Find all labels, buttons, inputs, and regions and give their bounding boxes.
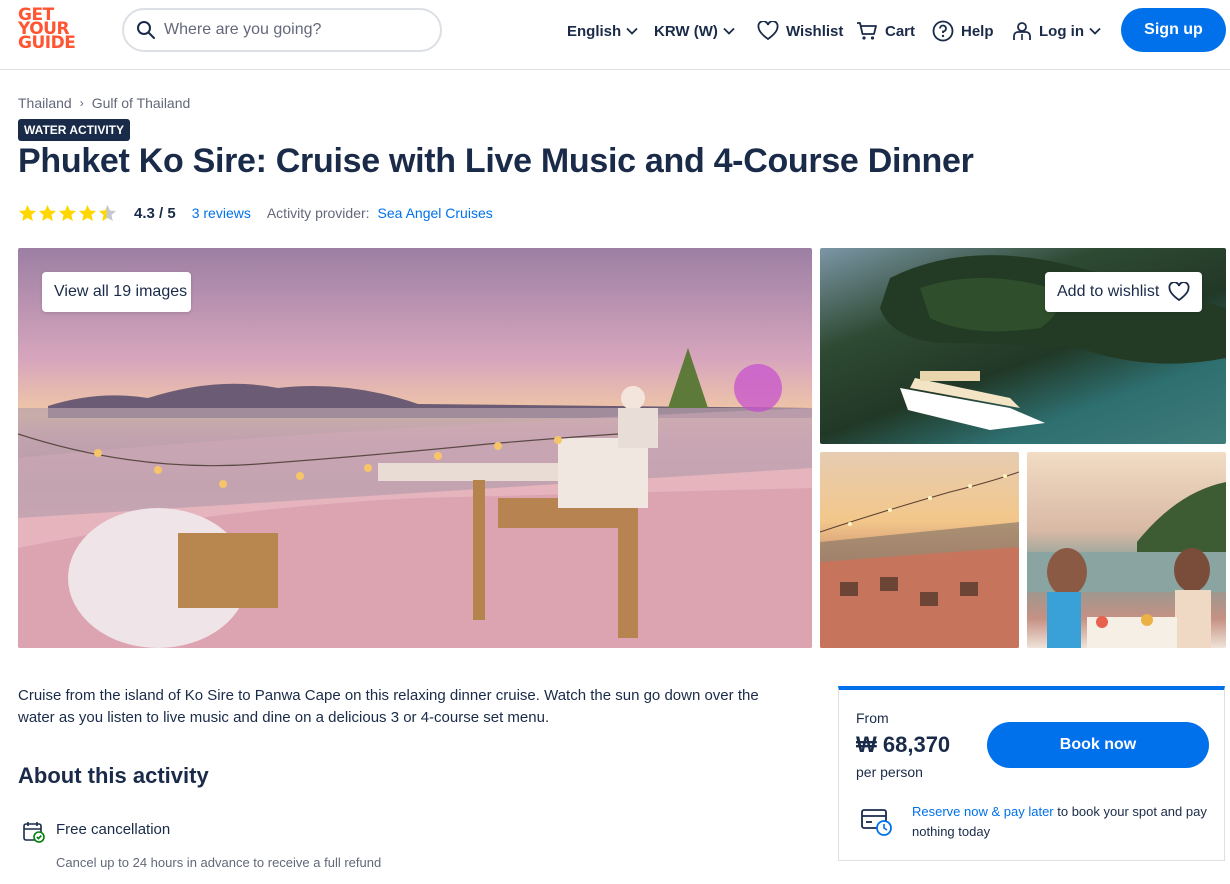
about-heading: About this activity — [18, 763, 209, 788]
view-all-images-button[interactable]: View all 19 images — [42, 272, 191, 312]
photo-women-dinner[interactable] — [1027, 452, 1226, 648]
chevron-down-icon — [723, 27, 735, 35]
help-icon — [932, 20, 954, 42]
reviews-link[interactable]: 3 reviews — [192, 205, 251, 221]
provider-link[interactable]: Sea Angel Cruises — [378, 205, 493, 221]
book-now-button[interactable]: Book now — [987, 722, 1209, 768]
help-label: Help — [961, 22, 994, 40]
price-value: ₩ 68,370 — [856, 732, 951, 757]
rating-row: 4.3 / 5 3 reviews Activity provider: Sea… — [18, 202, 493, 224]
main-photo-sunset-deck[interactable]: View all 19 images — [18, 248, 812, 648]
star-rating — [18, 204, 118, 222]
provider-label: Activity provider: — [266, 205, 370, 221]
breadcrumb: Thailand › Gulf of Thailand — [18, 95, 190, 111]
booking-card: From ₩ 68,370 per person Book now Reserv… — [838, 686, 1225, 861]
currency-selector[interactable]: KRW (W) — [654, 20, 736, 42]
getyourguide-logo[interactable]: GET YOUR GUIDE — [18, 7, 76, 54]
cart-label: Cart — [885, 22, 916, 40]
search-input[interactable] — [164, 17, 434, 43]
heart-icon — [757, 21, 779, 41]
search-icon — [137, 21, 155, 39]
login-label: Log in — [1039, 22, 1084, 40]
price-per-person-label: per person — [856, 764, 923, 780]
price-from-label: From — [856, 710, 889, 726]
signup-button[interactable]: Sign up — [1121, 8, 1226, 52]
deck-dining-illustration — [820, 471, 1019, 648]
cart-link[interactable]: Cart — [856, 20, 915, 42]
page-title: Phuket Ko Sire: Cruise with Live Music a… — [18, 142, 974, 180]
rating-score: 4.3 / 5 — [134, 204, 176, 222]
breadcrumb-item-gulf[interactable]: Gulf of Thailand — [92, 95, 191, 111]
star-icon — [18, 204, 37, 222]
add-to-wishlist-label: Add to wishlist — [1057, 283, 1160, 300]
heart-icon — [1168, 282, 1190, 302]
language-label: English — [567, 22, 622, 40]
user-icon — [1013, 22, 1031, 40]
add-to-wishlist-button[interactable]: Add to wishlist — [1045, 272, 1202, 312]
top-header: GET YOUR GUIDE English KRW (W) Wishlist … — [0, 0, 1230, 70]
payment-card-clock-icon — [861, 809, 892, 836]
cart-icon — [857, 22, 877, 40]
star-icon — [38, 204, 57, 222]
reserve-now-link[interactable]: Reserve now & pay later — [912, 804, 1054, 819]
star-icon — [58, 204, 77, 222]
feature-subtitle-free-cancellation: Cancel up to 24 hours in advance to rece… — [56, 855, 382, 870]
language-selector[interactable]: English — [567, 20, 639, 42]
help-link[interactable]: Help — [932, 20, 994, 42]
women-dinner-illustration — [1027, 482, 1226, 648]
search-box[interactable] — [122, 8, 442, 52]
photo-deck-dining[interactable] — [820, 452, 1019, 648]
activity-summary: Cruise from the island of Ko Sire to Pan… — [18, 687, 759, 726]
chevron-down-icon — [1089, 27, 1101, 35]
breadcrumb-separator-icon: › — [79, 96, 84, 110]
reserve-now-pay-later-text: Reserve now & pay later to book your spo… — [912, 802, 1212, 842]
wishlist-link[interactable]: Wishlist — [757, 20, 843, 42]
breadcrumb-item-thailand[interactable]: Thailand — [18, 95, 72, 111]
calendar-check-icon — [23, 822, 45, 843]
star-icon — [78, 204, 97, 222]
login-menu[interactable]: Log in — [1011, 20, 1102, 42]
feature-title-free-cancellation: Free cancellation — [56, 821, 171, 838]
chevron-down-icon — [626, 27, 638, 35]
currency-label: KRW (W) — [654, 22, 718, 40]
category-badge: WATER ACTIVITY — [18, 119, 130, 141]
logo-line-3: GUIDE — [18, 33, 76, 53]
photo-boat-island[interactable]: Add to wishlist — [820, 248, 1226, 444]
star-half-icon — [98, 204, 117, 222]
wishlist-label: Wishlist — [786, 22, 844, 40]
